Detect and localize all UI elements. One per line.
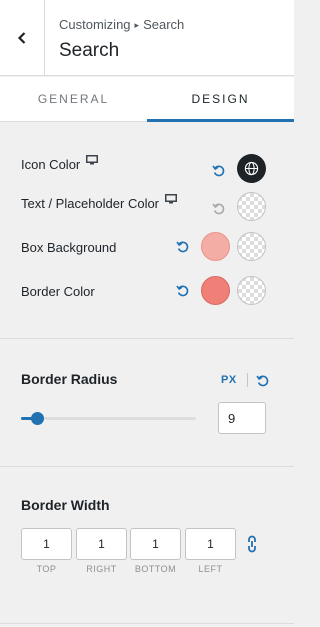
link-values-icon[interactable]	[245, 535, 259, 553]
border-width-title: Border Width	[21, 497, 110, 513]
bottom-label: BOTTOM	[134, 564, 177, 574]
customizer-header: Customizing ▸ Search Search	[0, 0, 294, 76]
breadcrumb: Customizing ▸ Search	[59, 17, 184, 32]
right-label: RIGHT	[86, 564, 117, 574]
reset-icon-color-icon[interactable]	[212, 164, 226, 178]
border-color-hover-swatch[interactable]	[237, 276, 266, 305]
chevron-left-icon	[17, 32, 26, 44]
box-background-hover-swatch[interactable]	[237, 232, 266, 261]
breadcrumb-separator: ▸	[134, 20, 140, 30]
page-title: Search	[59, 40, 120, 61]
back-button[interactable]	[0, 0, 45, 76]
border-color-label: Border Color	[21, 283, 95, 299]
reset-text-color-icon[interactable]	[212, 202, 226, 216]
tab-bar: GENERAL DESIGN	[0, 77, 294, 122]
reset-border-color-icon[interactable]	[176, 284, 190, 298]
border-radius-input[interactable]	[218, 402, 266, 434]
border-radius-section: Border Radius PX	[0, 339, 294, 467]
border-width-left-input[interactable]	[185, 528, 236, 560]
breadcrumb-current: Search	[143, 17, 185, 32]
breadcrumb-parent: Customizing	[59, 17, 131, 32]
border-width-bottom-input[interactable]	[130, 528, 181, 560]
colors-section: Icon Color Text / Placeholder Color Box …	[0, 122, 294, 339]
border-width-top-input[interactable]	[21, 528, 72, 560]
border-radius-title: Border Radius	[21, 371, 118, 387]
unit-toggle[interactable]: PX	[221, 374, 237, 386]
desktop-icon[interactable]	[86, 155, 99, 165]
box-background-swatch[interactable]	[201, 232, 230, 261]
divider	[247, 373, 248, 387]
border-width-section: Border Width TOP RIGHT BOTTOM LEFT	[0, 467, 294, 624]
top-label: TOP	[36, 564, 57, 574]
border-radius-slider[interactable]	[21, 412, 196, 425]
left-label: LEFT	[198, 564, 223, 574]
icon-color-label: Icon Color	[21, 156, 81, 172]
globe-icon	[244, 161, 259, 176]
border-width-right-input[interactable]	[76, 528, 127, 560]
slider-handle[interactable]	[30, 412, 44, 425]
reset-border-radius-icon[interactable]	[256, 374, 270, 388]
border-color-swatch[interactable]	[201, 276, 230, 305]
text-placeholder-color-label: Text / Placeholder Color	[21, 195, 160, 211]
reset-box-background-icon[interactable]	[176, 240, 190, 254]
box-background-label: Box Background	[21, 239, 117, 255]
tab-general[interactable]: GENERAL	[0, 77, 147, 121]
text-color-swatch[interactable]	[237, 192, 266, 221]
icon-color-swatch[interactable]	[237, 154, 266, 183]
tab-design[interactable]: DESIGN	[147, 77, 294, 122]
desktop-icon[interactable]	[165, 194, 178, 204]
